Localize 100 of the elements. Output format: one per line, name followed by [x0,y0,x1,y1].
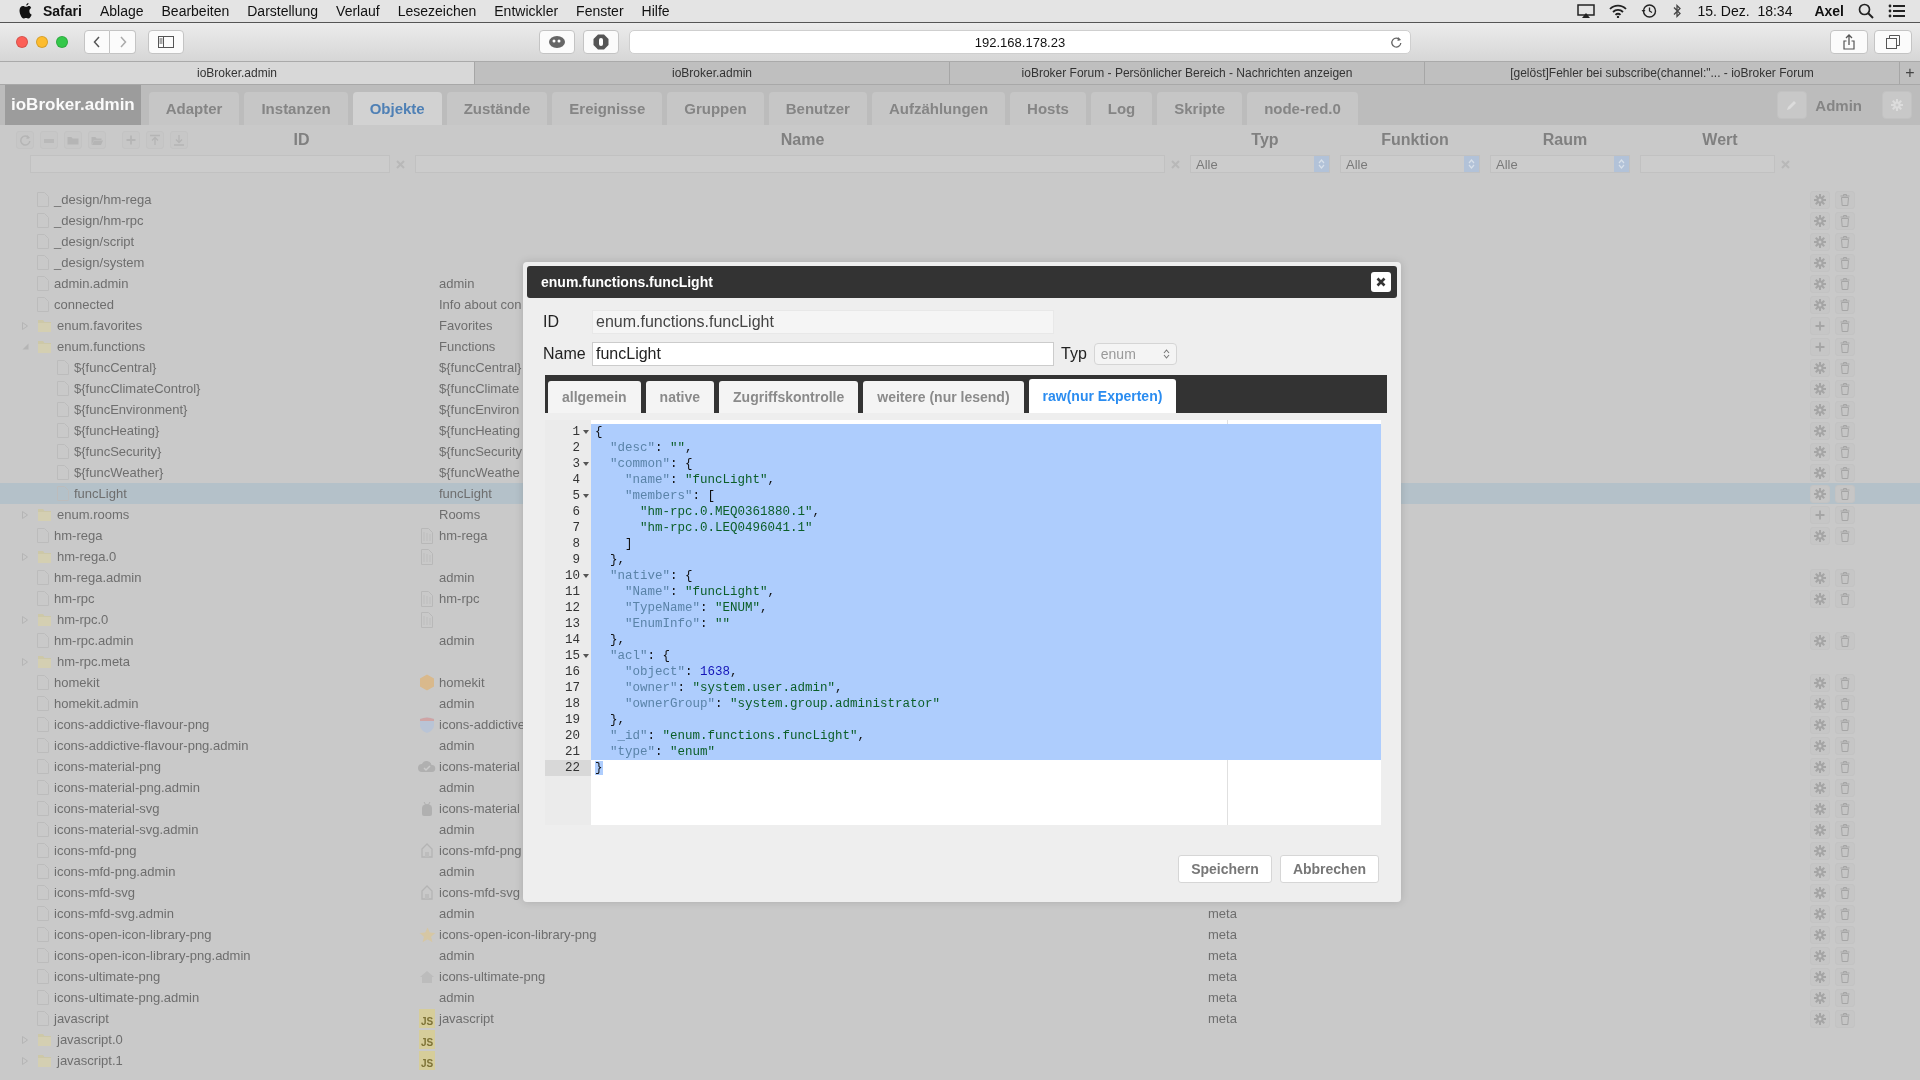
delete-button[interactable] [1835,295,1855,314]
airplay-icon[interactable] [1577,4,1596,18]
nav-tab[interactable]: Log [1090,92,1153,125]
browser-tab[interactable]: ioBroker Forum - Persönlicher Bereich - Nachrichten anzeigen [950,62,1425,84]
nav-tab[interactable]: Zustände [446,92,548,125]
delete-button[interactable] [1835,400,1855,419]
fold-arrow-icon[interactable] [583,430,589,434]
menu-item[interactable]: Verlauf [327,0,389,22]
delete-button[interactable] [1835,862,1855,881]
tabs-button[interactable] [1874,30,1912,54]
edit-button[interactable] [1810,925,1830,944]
nav-tab[interactable]: Gruppen [667,92,764,125]
delete-button[interactable] [1835,484,1855,503]
wifi-icon[interactable] [1609,4,1628,18]
nav-tab[interactable]: Ereignisse [552,92,663,125]
edit-button[interactable] [1810,736,1830,755]
edit-button[interactable] [1810,232,1830,251]
edit-button[interactable] [1810,589,1830,608]
edit-button[interactable] [1810,883,1830,902]
delete-button[interactable] [1835,211,1855,230]
dialog-tab[interactable]: raw(nur Experten) [1028,379,1177,413]
nav-tab[interactable]: Aufzählungen [871,92,1006,125]
app-menu[interactable]: Safari [34,0,91,22]
nav-tab[interactable]: Instanzen [244,92,348,125]
name-field[interactable]: funcLight [592,342,1054,366]
menu-item[interactable]: Fenster [567,0,633,22]
extension-button[interactable] [583,30,619,54]
edit-button[interactable] [1810,442,1830,461]
delete-button[interactable] [1835,673,1855,692]
edit-button[interactable] [1810,568,1830,587]
edit-button[interactable] [1810,778,1830,797]
search-icon[interactable] [1858,3,1874,19]
edit-button[interactable] [1810,715,1830,734]
delete-button[interactable] [1835,232,1855,251]
sidebar-button[interactable] [148,30,184,54]
delete-button[interactable] [1835,316,1855,335]
delete-button[interactable] [1835,526,1855,545]
edit-button[interactable] [1810,526,1830,545]
edit-button[interactable] [1810,904,1830,923]
dialog-button[interactable]: Abbrechen [1279,855,1379,883]
edit-button[interactable] [1810,1009,1830,1028]
fold-arrow-icon[interactable] [583,574,589,578]
edit-button[interactable] [1810,190,1830,209]
edit-button[interactable] [1810,841,1830,860]
nav-tab[interactable]: Objekte [352,92,442,125]
forward-button[interactable] [110,30,136,54]
delete-button[interactable] [1835,463,1855,482]
edit-button[interactable] [1810,274,1830,293]
delete-button[interactable] [1835,904,1855,923]
edit-button[interactable] [1810,295,1830,314]
browser-tab[interactable]: ioBroker.admin [475,62,950,84]
reload-icon[interactable] [1390,36,1402,49]
delete-button[interactable] [1835,379,1855,398]
fold-arrow-icon[interactable] [583,494,589,498]
delete-button[interactable] [1835,988,1855,1007]
nav-tab[interactable]: Adapter [148,92,240,125]
edit-button[interactable] [1810,820,1830,839]
add-button[interactable] [1810,337,1830,356]
list-icon[interactable] [1888,4,1906,18]
nav-tab[interactable]: node-red.0 [1247,92,1358,125]
delete-button[interactable] [1835,274,1855,293]
delete-button[interactable] [1835,505,1855,524]
menu-item[interactable]: Darstellung [238,0,328,22]
add-button[interactable] [1810,505,1830,524]
delete-button[interactable] [1835,820,1855,839]
edit-button[interactable] [1810,379,1830,398]
menu-item[interactable]: Lesezeichen [388,0,486,22]
browser-tab[interactable]: [gelöst]Fehler bei subscribe(channel:"... - ioBroker Forum [1425,62,1900,84]
dialog-tab[interactable]: allgemein [548,381,641,413]
edit-button[interactable] [1810,673,1830,692]
menu-item[interactable]: Hilfe [632,0,679,22]
share-button[interactable] [1830,30,1868,54]
edit-button[interactable] [1810,463,1830,482]
delete-button[interactable] [1835,442,1855,461]
new-tab-button[interactable]: + [1900,62,1920,84]
edit-button[interactable] [1810,211,1830,230]
add-button[interactable] [1810,316,1830,335]
delete-button[interactable] [1835,568,1855,587]
edit-button[interactable] [1810,400,1830,419]
delete-button[interactable] [1835,757,1855,776]
delete-button[interactable] [1835,736,1855,755]
menu-item[interactable]: Entwickler [485,0,568,22]
clock-text[interactable]: 15. Dez. 18:34 [1697,3,1793,19]
delete-button[interactable] [1835,967,1855,986]
dialog-button[interactable]: Speichern [1178,855,1272,883]
delete-button[interactable] [1835,1009,1855,1028]
delete-button[interactable] [1835,778,1855,797]
edit-button[interactable] [1810,757,1830,776]
dialog-tab[interactable]: weitere (nur lesend) [863,381,1024,413]
fold-arrow-icon[interactable] [583,462,589,466]
dialog-tab[interactable]: native [645,381,715,413]
bluetooth-icon[interactable] [1671,3,1684,19]
dialog-tab[interactable]: Zugriffskontrolle [719,381,859,413]
nav-tab[interactable]: Benutzer [768,92,867,125]
delete-button[interactable] [1835,421,1855,440]
filter-select[interactable]: Alle [1490,155,1630,173]
delete-button[interactable] [1835,925,1855,944]
history-icon[interactable] [1641,3,1658,19]
delete-button[interactable] [1835,253,1855,272]
edit-button[interactable] [1810,946,1830,965]
